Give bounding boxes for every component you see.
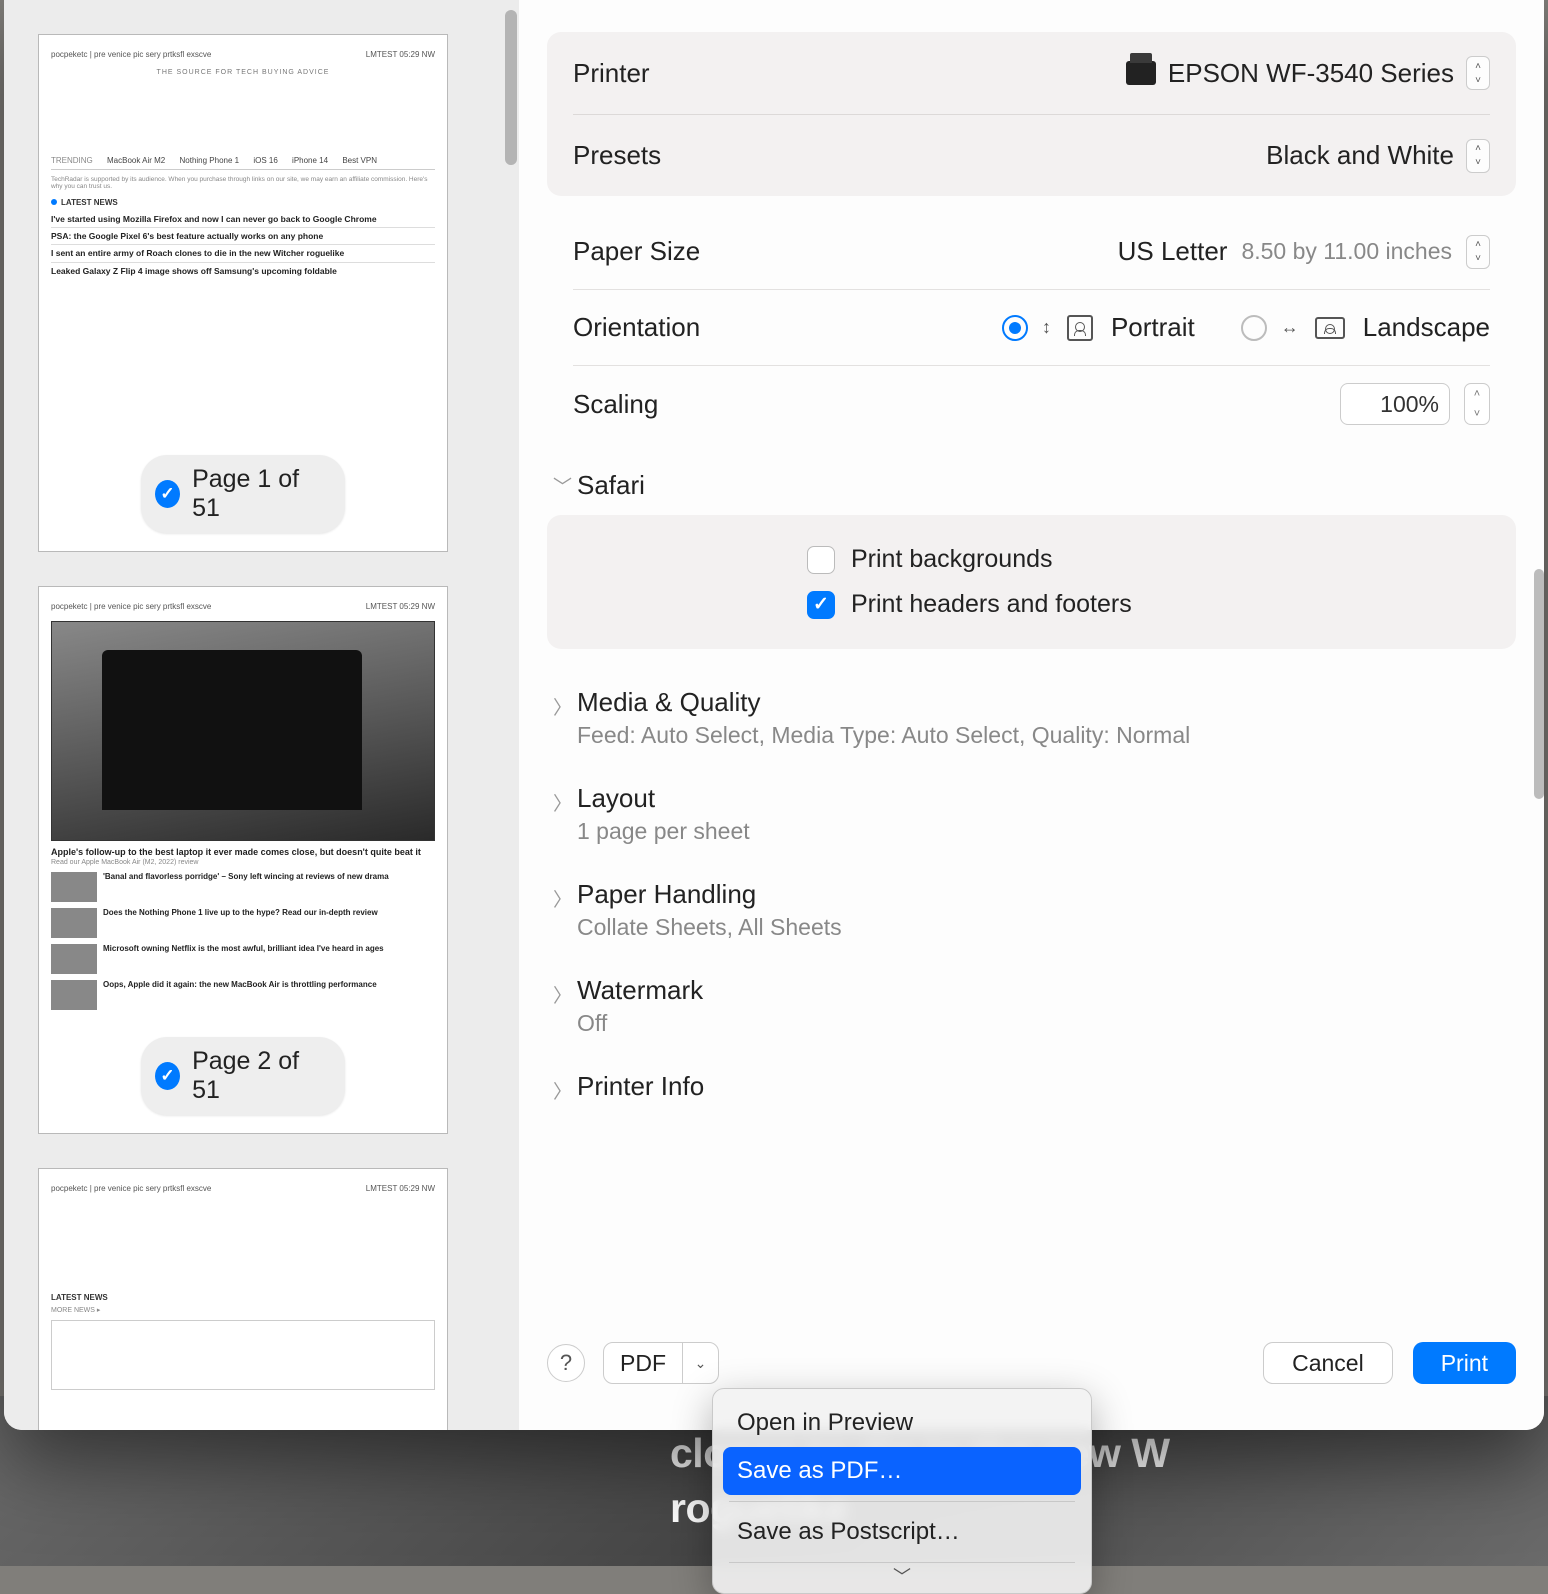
layout-section[interactable]: 〉 Layout 1 page per sheet (547, 767, 1516, 845)
safari-title: Safari (577, 470, 645, 501)
page-badge-2[interactable]: ✓ Page 2 of 51 (141, 1037, 345, 1115)
watermark-title: Watermark (577, 975, 703, 1006)
print-button[interactable]: Print (1413, 1342, 1516, 1384)
landscape-icon (1315, 317, 1345, 339)
help-button[interactable]: ? (547, 1344, 585, 1382)
paper-size-value: US Letter (1118, 236, 1228, 267)
watermark-desc: Off (577, 1010, 703, 1037)
paper-handling-title: Paper Handling (577, 879, 842, 910)
portrait-radio[interactable] (1002, 315, 1028, 341)
printer-info-section[interactable]: 〉 Printer Info (547, 1055, 1516, 1106)
paper-handling-section[interactable]: 〉 Paper Handling Collate Sheets, All She… (547, 863, 1516, 941)
printer-value: EPSON WF-3540 Series (1168, 58, 1454, 89)
dialog-footer: ? PDF ⌄ Cancel Print (547, 1342, 1516, 1384)
menu-save-as-pdf[interactable]: Save as PDF… (723, 1447, 1081, 1495)
pdf-label: PDF (604, 1350, 682, 1377)
print-settings: Paper Size US Letter 8.50 by 11.00 inche… (547, 214, 1516, 442)
layout-desc: 1 page per sheet (577, 818, 750, 845)
panel-scrollbar[interactable] (1534, 569, 1544, 799)
layout-title: Layout (577, 783, 750, 814)
chevron-right-icon: 〉 (553, 1077, 567, 1104)
print-dialog: pocpeketc | pre venice pic sery prtksfl … (4, 0, 1544, 1430)
safari-section-header[interactable]: ﹀ Safari (547, 470, 1516, 501)
print-headers-footers-checkbox[interactable]: ✓ (807, 591, 835, 619)
chevron-down-icon: ﹀ (553, 472, 567, 499)
paper-size-label: Paper Size (573, 236, 873, 267)
check-icon: ✓ (155, 480, 180, 508)
scaling-label: Scaling (573, 389, 873, 420)
portrait-arrow-icon: ↕ (1042, 317, 1051, 338)
page-thumbnail-2[interactable]: pocpeketc | pre venice pic sery prtksfl … (38, 586, 448, 1134)
scaling-stepper[interactable]: ˄˅ (1464, 383, 1490, 425)
printer-info-title: Printer Info (577, 1071, 704, 1102)
presets-select-stepper[interactable]: ˄˅ (1466, 139, 1490, 173)
landscape-label: Landscape (1363, 312, 1490, 343)
menu-separator (729, 1501, 1075, 1502)
menu-save-as-postscript[interactable]: Save as Postscript… (723, 1508, 1081, 1556)
chevron-right-icon: 〉 (553, 693, 567, 720)
printer-select-stepper[interactable]: ˄˅ (1466, 56, 1490, 90)
settings-panel: Printer EPSON WF-3540 Series ˄˅ Presets … (519, 0, 1544, 1430)
chevron-right-icon: 〉 (553, 789, 567, 816)
watermark-section[interactable]: 〉 Watermark Off (547, 959, 1516, 1037)
page-thumbnail-1[interactable]: pocpeketc | pre venice pic sery prtksfl … (38, 34, 448, 552)
printer-icon (1126, 61, 1156, 85)
portrait-icon (1067, 315, 1093, 341)
page-badge-label: Page 1 of 51 (192, 465, 319, 523)
landscape-radio[interactable] (1241, 315, 1267, 341)
pdf-dropdown-button[interactable]: PDF ⌄ (603, 1342, 719, 1384)
scaling-input[interactable] (1340, 383, 1450, 425)
print-backgrounds-checkbox[interactable] (807, 546, 835, 574)
media-quality-title: Media & Quality (577, 687, 1190, 718)
landscape-arrow-icon: ↔ (1281, 317, 1299, 338)
chevron-right-icon: 〉 (553, 981, 567, 1008)
safari-options-box: Print backgrounds ✓ Print headers and fo… (547, 515, 1516, 649)
presets-label: Presets (573, 140, 661, 171)
menu-open-in-preview[interactable]: Open in Preview (723, 1399, 1081, 1447)
printer-label: Printer (573, 58, 650, 89)
chevron-down-icon: ﹀ (893, 1563, 911, 1589)
pdf-dropdown-menu: Open in Preview Save as PDF… Save as Pos… (712, 1388, 1092, 1594)
media-quality-desc: Feed: Auto Select, Media Type: Auto Sele… (577, 722, 1190, 749)
page-badge-label: Page 2 of 51 (192, 1047, 319, 1105)
paper-handling-desc: Collate Sheets, All Sheets (577, 914, 842, 941)
print-headers-footers-label: Print headers and footers (851, 590, 1132, 619)
cancel-button[interactable]: Cancel (1263, 1342, 1393, 1384)
paper-size-dimensions: 8.50 by 11.00 inches (1241, 238, 1452, 265)
printer-preset-card: Printer EPSON WF-3540 Series ˄˅ Presets … (547, 32, 1516, 196)
portrait-label: Portrait (1111, 312, 1195, 343)
chevron-down-icon: ⌄ (682, 1343, 718, 1383)
page-thumbnail-3[interactable]: pocpeketc | pre venice pic sery prtksfl … (38, 1168, 448, 1430)
sidebar-scrollbar[interactable] (505, 10, 517, 165)
print-backgrounds-label: Print backgrounds (851, 545, 1053, 574)
preview-sidebar: pocpeketc | pre venice pic sery prtksfl … (4, 0, 519, 1430)
paper-size-stepper[interactable]: ˄˅ (1466, 235, 1490, 269)
media-quality-section[interactable]: 〉 Media & Quality Feed: Auto Select, Med… (547, 671, 1516, 749)
page-badge-1[interactable]: ✓ Page 1 of 51 (141, 455, 345, 533)
check-icon: ✓ (155, 1062, 180, 1090)
presets-value: Black and White (1266, 140, 1454, 171)
chevron-right-icon: 〉 (553, 885, 567, 912)
orientation-label: Orientation (573, 312, 873, 343)
